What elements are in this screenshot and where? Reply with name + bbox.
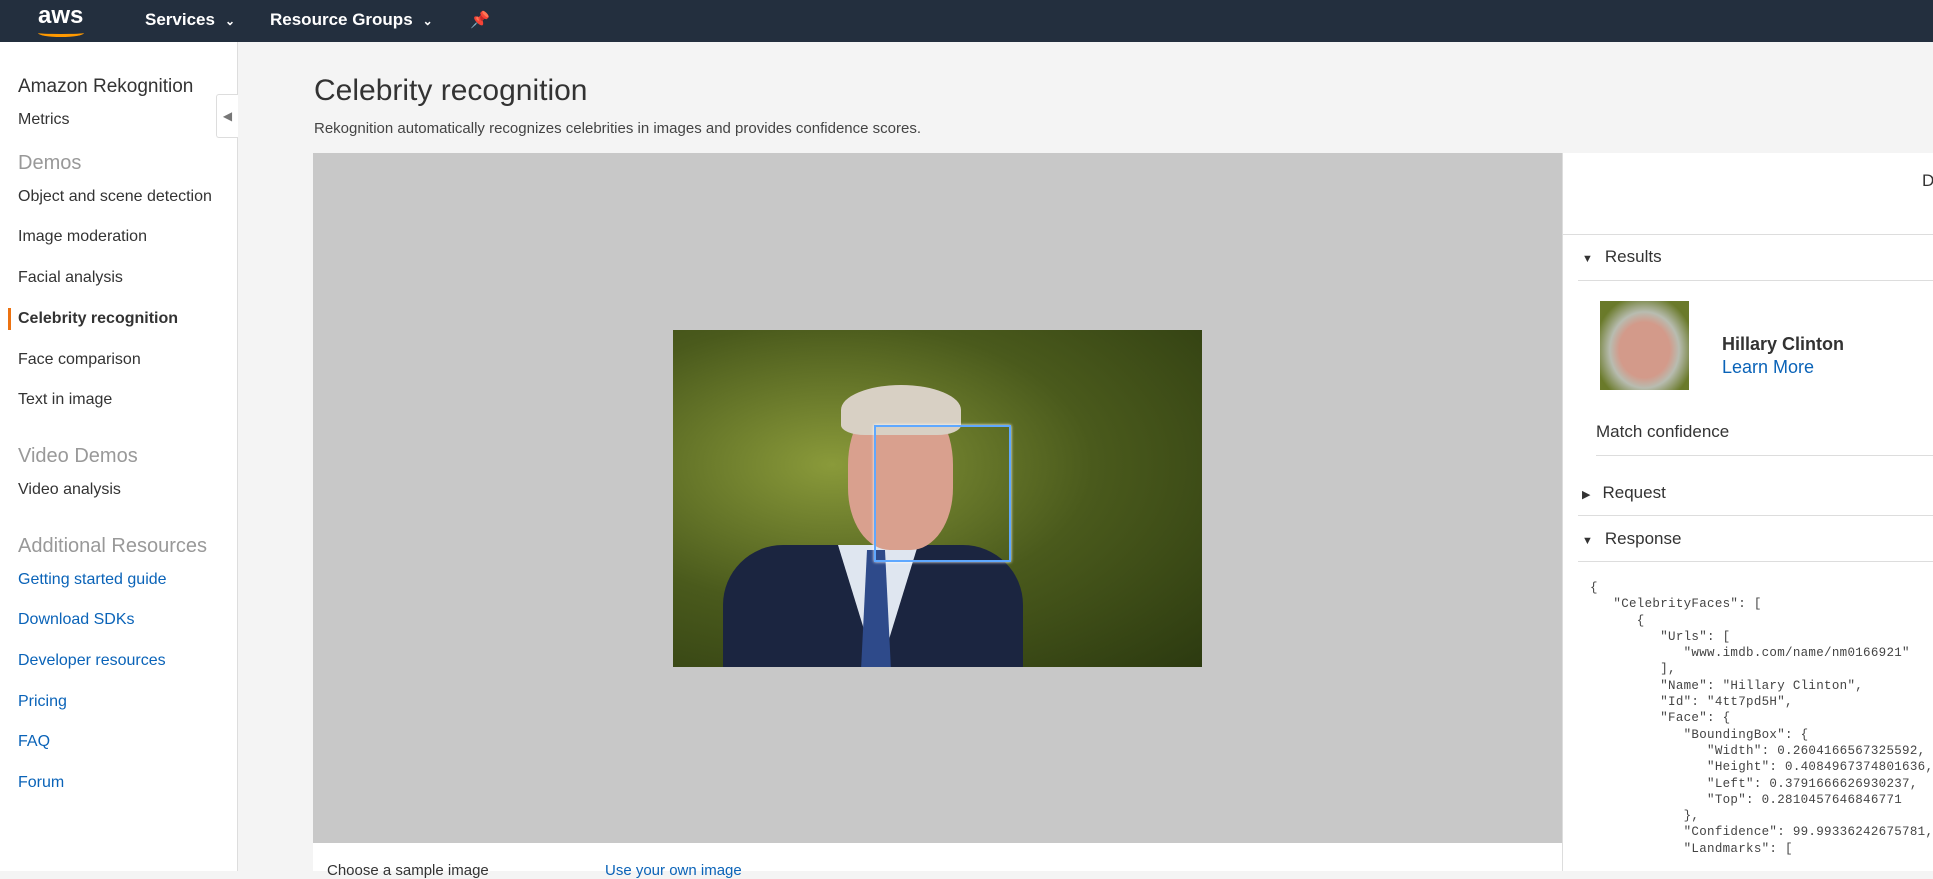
caret-down-icon: ▼ — [1582, 535, 1593, 547]
sidebar-item-object-scene[interactable]: Object and scene detection — [18, 188, 212, 206]
link-pricing[interactable]: Pricing — [18, 693, 67, 711]
sidebar-item-image-moderation[interactable]: Image moderation — [18, 228, 147, 246]
video-demos-heading: Video Demos — [18, 445, 138, 467]
request-toggle[interactable]: ▶ Request — [1582, 483, 1666, 503]
face-bounding-box[interactable] — [874, 425, 1011, 562]
page-title: Celebrity recognition — [314, 74, 588, 107]
sidebar-item-celebrity-recognition[interactable]: Celebrity recognition — [18, 310, 178, 328]
caret-down-icon: ▼ — [1582, 253, 1593, 265]
match-confidence-label: Match confidence — [1596, 422, 1730, 441]
response-json: { "CelebrityFaces": [ { "Urls": [ "www.i… — [1590, 581, 1933, 856]
active-indicator — [8, 308, 11, 330]
top-nav-bar: aws Services ⌄ Resource Groups ⌄ 📌 — [0, 0, 1933, 42]
divider — [1596, 455, 1933, 456]
services-menu[interactable]: Services ⌄ — [145, 10, 235, 30]
image-source-bar: Choose a sample image Use your own image — [313, 843, 1562, 879]
page-subtitle: Rekognition automatically recognizes cel… — [314, 120, 921, 137]
aws-logo[interactable]: aws — [38, 2, 84, 37]
pin-icon[interactable]: 📌 — [470, 10, 490, 30]
response-toggle[interactable]: ▼ Response — [1582, 529, 1681, 549]
link-getting-started[interactable]: Getting started guide — [18, 571, 167, 589]
celebrity-name: Hillary Clinton — [1722, 334, 1845, 354]
learn-more-link[interactable]: Learn More — [1722, 357, 1814, 378]
sidebar-item-text-in-image[interactable]: Text in image — [18, 391, 112, 409]
caret-left-icon: ◀ — [222, 109, 233, 123]
divider — [1578, 561, 1933, 562]
results-toggle[interactable]: ▼ Results — [1582, 247, 1662, 267]
divider — [1578, 280, 1933, 281]
sidebar-item-video-analysis[interactable]: Video analysis — [18, 481, 121, 499]
caret-right-icon: ▶ — [1582, 489, 1591, 501]
sidebar-title: Amazon Rekognition — [18, 76, 194, 97]
divider — [1578, 515, 1933, 516]
chevron-down-icon: ⌄ — [224, 14, 236, 28]
resource-groups-menu[interactable]: Resource Groups ⌄ — [270, 10, 433, 30]
sidebar-item-face-comparison[interactable]: Face comparison — [18, 351, 141, 369]
chevron-down-icon: ⌄ — [422, 14, 433, 28]
link-download-sdks[interactable]: Download SDKs — [18, 611, 135, 629]
demos-heading: Demos — [18, 152, 82, 174]
link-faq[interactable]: FAQ — [18, 733, 50, 751]
divider — [1562, 234, 1933, 235]
celebrity-thumbnail — [1600, 301, 1689, 390]
additional-resources-heading: Additional Resources — [18, 535, 207, 557]
collapse-sidebar-button[interactable]: ◀ — [216, 94, 238, 138]
sidebar-item-facial-analysis[interactable]: Facial analysis — [18, 269, 123, 287]
link-forum[interactable]: Forum — [18, 774, 64, 792]
panel-header-text: D — [1922, 171, 1933, 190]
link-developer-resources[interactable]: Developer resources — [18, 652, 166, 670]
sidebar-item-metrics[interactable]: Metrics — [18, 111, 70, 129]
